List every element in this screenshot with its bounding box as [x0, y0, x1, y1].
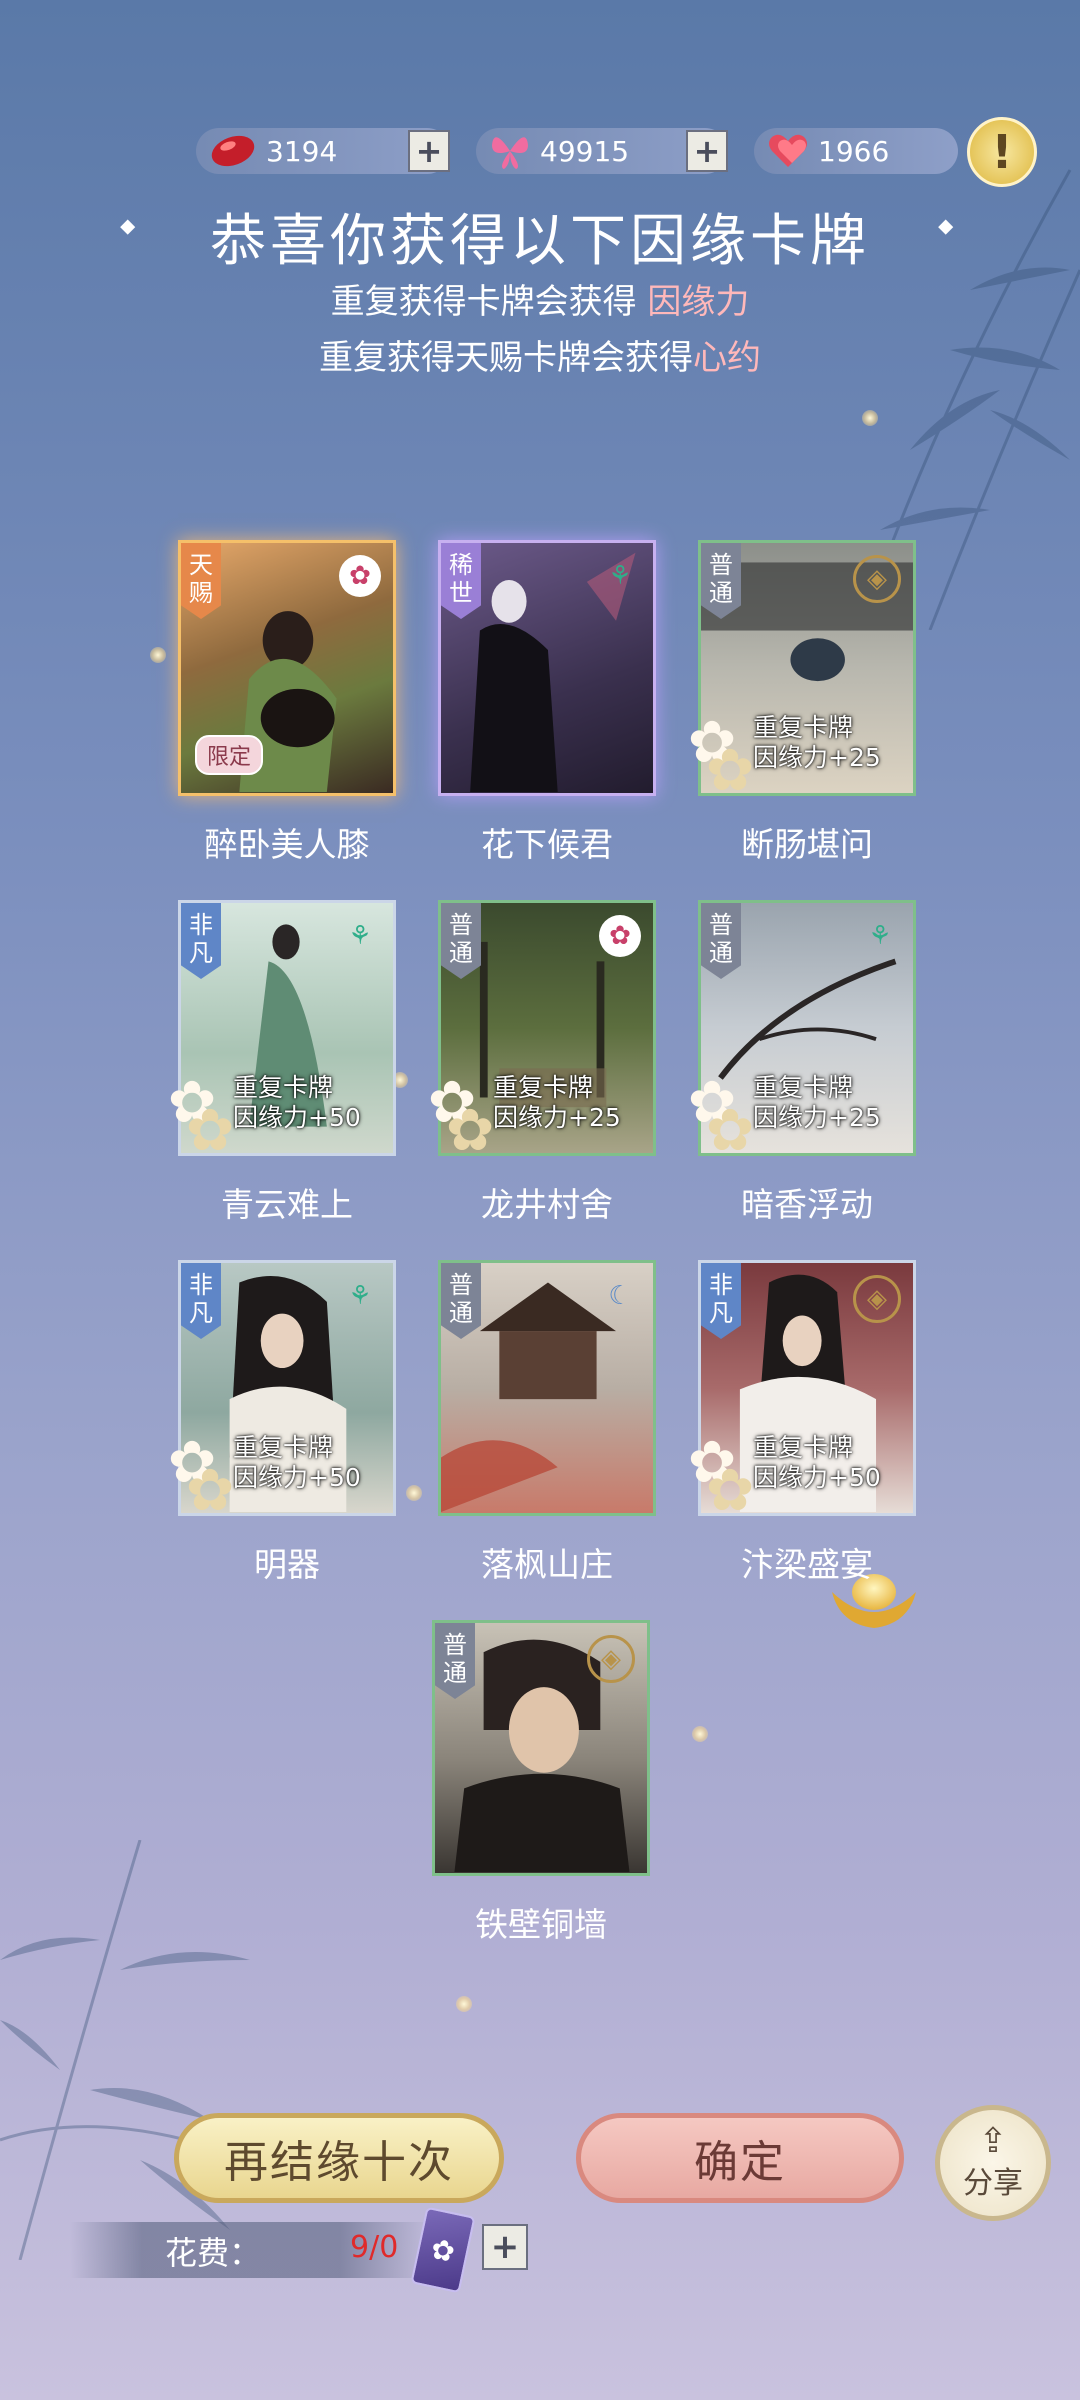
moon-emblem-icon: ☾ — [608, 1281, 632, 1311]
sakura-icon: ✿ — [445, 1096, 495, 1164]
rank-badge: 非凡 — [181, 903, 221, 979]
coin-emblem-icon: ◈ — [587, 1635, 635, 1683]
heart-icon — [769, 134, 807, 167]
add-butterfly-button[interactable]: + — [686, 130, 728, 172]
cost-label: 花费： — [165, 2234, 262, 2272]
share-icon: ⇪ — [978, 2121, 1008, 2161]
coin-emblem-icon: ◈ — [853, 1275, 901, 1323]
duplicate-info: 重复卡牌 因缘力+25 — [753, 713, 881, 772]
card-name: 落枫山庄 — [481, 1545, 613, 1584]
card-name: 醉卧美人膝 — [204, 825, 370, 864]
rank-badge: 普通 — [435, 1623, 475, 1699]
sparkle — [150, 647, 166, 663]
add-ticket-button[interactable]: + — [482, 2224, 528, 2270]
card-name: 明器 — [254, 1545, 320, 1584]
rank-badge: 普通 — [701, 543, 741, 619]
card-luofeng[interactable]: 普通 ☾ — [438, 1260, 656, 1516]
flower-emblem-icon: ✿ — [339, 555, 381, 597]
sparkle — [692, 1726, 708, 1742]
share-button[interactable]: ⇪ 分享 — [935, 2105, 1051, 2221]
rank-badge: 非凡 — [701, 1263, 741, 1339]
heart-count: 1966 — [818, 134, 890, 168]
rank-badge: 普通 — [441, 1263, 481, 1339]
highlight-yinyuanli: 因缘力 — [647, 282, 750, 322]
currency-butterfly: 49915 + — [476, 128, 728, 174]
rank-badge: 非凡 — [181, 1263, 221, 1339]
butterfly-icon — [492, 137, 528, 169]
sakura-icon: ✿ — [185, 1456, 235, 1524]
cost-value: 9/0 — [350, 2230, 399, 2265]
leaf-emblem-icon: ⚘ — [348, 921, 372, 951]
sakura-icon: ✿ — [705, 1456, 755, 1524]
card-name: 铁壁铜墙 — [475, 1905, 607, 1944]
red-gem-count: 3194 — [266, 134, 338, 168]
share-label: 分享 — [963, 2166, 1023, 2201]
duplicate-info: 重复卡牌 因缘力+50 — [753, 1433, 881, 1492]
card-name: 龙井村舍 — [481, 1185, 613, 1224]
sakura-icon: ✿ — [705, 1096, 755, 1164]
rank-badge: 天赐 — [181, 543, 221, 619]
rank-badge: 稀世 — [441, 543, 481, 619]
duplicate-info: 重复卡牌 因缘力+50 — [233, 1073, 361, 1132]
red-gem-icon — [211, 135, 255, 167]
card-name: 汴梁盛宴 — [741, 1545, 873, 1584]
add-red-gem-button[interactable]: + — [408, 130, 450, 172]
subtitle-2: 重复获得天赐卡牌会获得心约 — [319, 338, 761, 378]
leaf-emblem-icon: ⚘ — [608, 561, 632, 591]
notice-button[interactable]: ! — [967, 117, 1037, 187]
coin-emblem-icon: ◈ — [853, 555, 901, 603]
card-name: 青云难上 — [221, 1185, 353, 1224]
duplicate-info: 重复卡牌 因缘力+50 — [233, 1433, 361, 1492]
leaf-emblem-icon: ⚘ — [348, 1281, 372, 1311]
sparkle — [406, 1485, 422, 1501]
flower-emblem-icon: ✿ — [599, 915, 641, 957]
page-title: 恭喜你获得以下因缘卡牌 — [210, 209, 870, 274]
leaf-emblem-icon: ⚘ — [868, 921, 892, 951]
rank-badge: 普通 — [701, 903, 741, 979]
sparkle — [862, 410, 878, 426]
sakura-icon: ✿ — [705, 736, 755, 804]
card-name: 断肠堪问 — [741, 825, 873, 864]
confirm-button[interactable]: 确定 — [576, 2113, 904, 2203]
card-name: 暗香浮动 — [741, 1185, 873, 1224]
duplicate-info: 重复卡牌 因缘力+25 — [753, 1073, 881, 1132]
highlight-xinyue: 心约 — [693, 338, 761, 378]
card-tiebi[interactable]: 普通 ◈ — [432, 1620, 650, 1876]
subtitle-1: 重复获得卡牌会获得 因缘力 — [330, 282, 750, 322]
card-name: 花下候君 — [481, 825, 613, 864]
duplicate-info: 重复卡牌 因缘力+25 — [493, 1073, 621, 1132]
card-zuiwo[interactable]: 天赐 ✿ 限定 — [178, 540, 396, 796]
card-huaxia[interactable]: 稀世 ⚘ — [438, 540, 656, 796]
draw-again-button[interactable]: 再结缘十次 — [174, 2113, 504, 2203]
ticket-icon: ✿ — [410, 2206, 476, 2294]
limited-badge: 限定 — [195, 735, 264, 775]
currency-red-gem: 3194 + — [196, 128, 450, 174]
currency-heart: 1966 — [754, 128, 958, 174]
butterfly-count: 49915 — [540, 134, 630, 168]
rank-badge: 普通 — [441, 903, 481, 979]
sparkle — [456, 1996, 472, 2012]
sakura-icon: ✿ — [185, 1096, 235, 1164]
